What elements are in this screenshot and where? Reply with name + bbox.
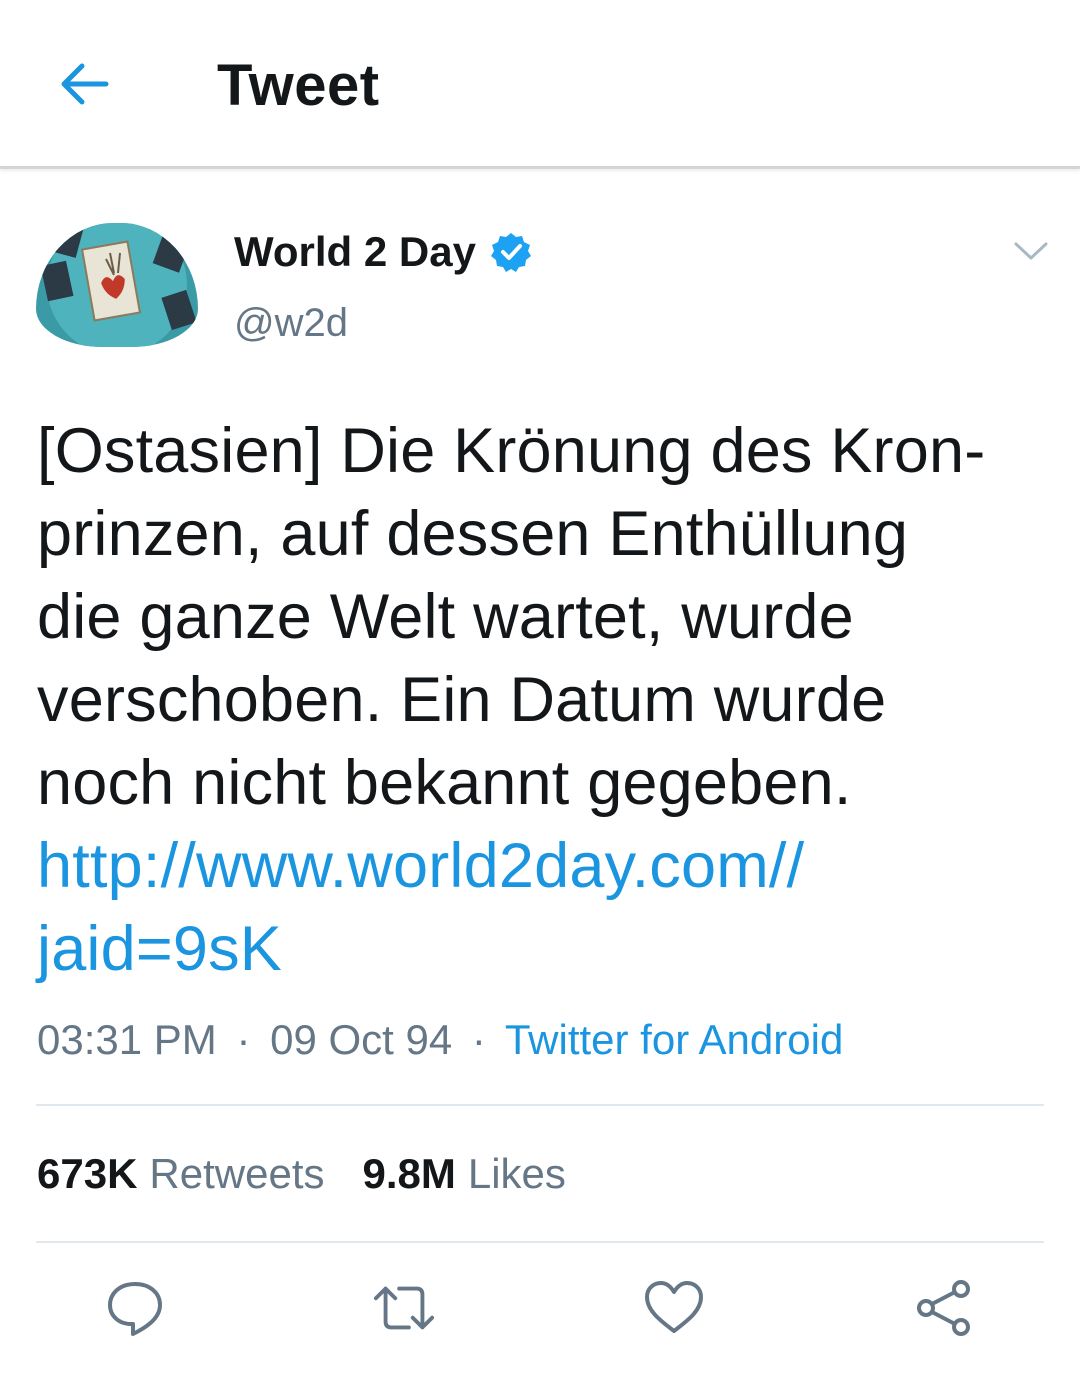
tweet-link[interactable]: http://www.world2day.com//	[37, 825, 1047, 908]
author-name[interactable]: World 2 Day	[234, 226, 532, 278]
app-bar: Tweet	[0, 0, 1080, 169]
page-title: Tweet	[217, 53, 380, 118]
tweet-text-line: verschoben. Ein Datum wurde	[37, 665, 887, 735]
back-button[interactable]	[44, 44, 124, 124]
tweet-meta: 03:31 PM · 09 Oct 94 · Twitter for Andro…	[37, 1014, 843, 1066]
divider	[36, 1241, 1044, 1243]
tweet-date: 09 Oct 94	[270, 1016, 453, 1063]
divider	[36, 1104, 1044, 1106]
tweet-menu-button[interactable]	[1006, 226, 1056, 276]
reply-button[interactable]	[103, 1276, 167, 1340]
tweet-link[interactable]: jaid=9sK	[37, 908, 1047, 991]
tweet-stats: 673K Retweets 9.8M Likes	[37, 1148, 604, 1200]
speech-bubble-icon	[108, 1282, 162, 1336]
retweet-icon	[373, 1286, 435, 1330]
retweets-count: 673K	[37, 1150, 138, 1197]
tweet-text-line: prinzen, auf dessen Enthüllung	[37, 499, 909, 569]
tweet-text-line: [Ostasien] Die Krönung des Kron-	[37, 416, 986, 486]
tweet-source-link[interactable]: Twitter for Android	[505, 1016, 843, 1063]
share-button[interactable]	[912, 1276, 976, 1340]
retweets-stat[interactable]: 673K Retweets	[37, 1148, 324, 1200]
like-button[interactable]	[642, 1276, 706, 1340]
verified-badge-icon	[490, 233, 531, 272]
likes-stat[interactable]: 9.8M Likes	[362, 1148, 565, 1200]
retweet-button[interactable]	[372, 1276, 436, 1340]
heart-icon	[645, 1281, 703, 1333]
tweet-time: 03:31 PM	[37, 1016, 217, 1063]
chevron-down-icon	[1014, 242, 1048, 260]
tweet-text: [Ostasien] Die Krönung des Kron- prinzen…	[37, 410, 1047, 991]
likes-label: Likes	[467, 1150, 566, 1197]
author-handle[interactable]: @w2d	[234, 298, 348, 348]
meta-separator: ·	[471, 1016, 486, 1063]
share-icon	[917, 1280, 970, 1336]
author-name-text: World 2 Day	[234, 228, 476, 275]
meta-separator: ·	[236, 1016, 251, 1063]
tweet-text-line: die ganze Welt wartet, wurde	[37, 582, 854, 652]
avatar[interactable]	[36, 223, 198, 347]
tweet-text-line: noch nicht bekannt gegeben.	[37, 748, 852, 818]
arrow-left-icon	[61, 63, 109, 105]
retweets-label: Retweets	[149, 1150, 325, 1197]
likes-count: 9.8M	[362, 1150, 456, 1197]
